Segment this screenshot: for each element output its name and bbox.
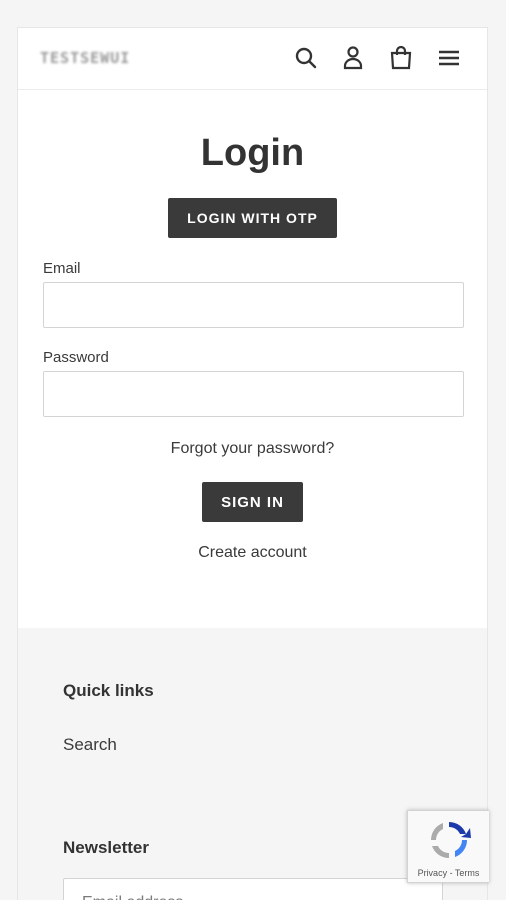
menu-icon[interactable] (436, 45, 462, 71)
site-logo[interactable]: TESTSEWUI (40, 49, 130, 67)
footer-link-search[interactable]: Search (63, 735, 117, 755)
recaptcha-terms-link[interactable]: Terms (455, 868, 480, 878)
cart-icon[interactable] (388, 45, 414, 71)
page-frame: TESTSEWUI Login LOGIN WITH OTP Email Pas… (17, 27, 488, 900)
recaptcha-badge[interactable]: Privacy - Terms (407, 810, 489, 883)
newsletter-heading: Newsletter (63, 838, 149, 857)
password-field[interactable] (43, 371, 464, 417)
create-account-link[interactable]: Create account (18, 544, 487, 562)
sign-in-button[interactable]: SIGN IN (202, 482, 303, 522)
forgot-password-link[interactable]: Forgot your password? (18, 440, 487, 458)
page-title: Login (200, 132, 305, 174)
quick-links-heading: Quick links (63, 681, 154, 700)
login-with-otp-button[interactable]: LOGIN WITH OTP (168, 198, 337, 238)
password-label: Password (43, 349, 109, 366)
site-header: TESTSEWUI (18, 28, 487, 90)
newsletter-email-input[interactable] (63, 878, 443, 900)
email-field[interactable] (43, 282, 464, 328)
email-label: Email (43, 260, 81, 277)
recaptcha-separator: - (447, 868, 455, 878)
recaptcha-logo-icon (430, 822, 471, 858)
account-icon[interactable] (340, 45, 366, 71)
recaptcha-privacy-link[interactable]: Privacy (418, 868, 448, 878)
search-icon[interactable] (293, 45, 319, 71)
